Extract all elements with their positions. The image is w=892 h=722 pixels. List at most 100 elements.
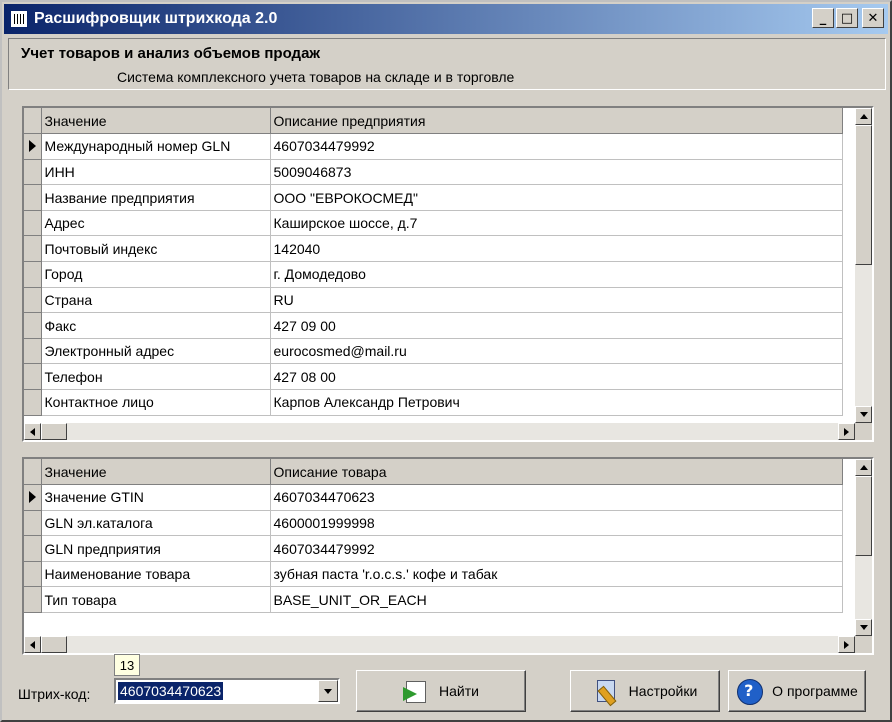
table-row[interactable]: Значение GTIN 4607034470623 <box>24 484 843 511</box>
table-cell[interactable]: Название предприятия <box>41 184 271 211</box>
table-cell[interactable]: Город <box>41 261 271 288</box>
column-header-value[interactable]: Значение <box>41 108 271 135</box>
scroll-right-button[interactable] <box>838 423 855 440</box>
chevron-down-icon <box>324 688 332 694</box>
table-cell[interactable]: г. Домодедово <box>270 261 843 288</box>
table-cell[interactable]: Телефон <box>41 363 271 391</box>
table-cell[interactable]: 5009046873 <box>270 159 843 186</box>
settings-button[interactable]: Настройки <box>570 670 720 712</box>
row-indicator <box>24 159 42 186</box>
table-cell[interactable]: 4607034479992 <box>270 535 843 562</box>
table-cell[interactable]: Контактное лицо <box>41 389 271 416</box>
app-window: Расшифровщик штрихкода 2.0 _ □ ✕ Учет то… <box>0 0 892 722</box>
table-row[interactable]: Название предприятия ООО "ЕВРОКОСМЕД" <box>24 184 843 211</box>
table-cell[interactable]: Международный номер GLN <box>41 133 271 160</box>
table-row[interactable]: Город г. Домодедово <box>24 261 843 288</box>
table-cell[interactable]: Факс <box>41 312 271 339</box>
dropdown-button[interactable] <box>318 680 338 702</box>
row-indicator <box>24 184 42 211</box>
scroll-left-button[interactable] <box>24 423 41 440</box>
table-cell[interactable]: Почтовый индекс <box>41 235 271 263</box>
row-indicator <box>24 287 42 314</box>
about-button[interactable]: О программе <box>728 670 866 712</box>
table-cell[interactable]: Страна <box>41 287 271 314</box>
scroll-thumb[interactable] <box>41 423 67 440</box>
table-cell[interactable]: 4607034470623 <box>270 484 843 511</box>
table-cell[interactable]: RU <box>270 287 843 314</box>
barcode-app-icon <box>10 10 28 28</box>
horizontal-scrollbar[interactable] <box>24 423 855 440</box>
find-button[interactable]: Найти <box>356 670 526 712</box>
table-cell[interactable]: зубная паста 'r.o.c.s.' кофе и табак <box>270 561 843 588</box>
column-header-description[interactable]: Описание предприятия <box>270 108 843 135</box>
table-row[interactable]: ИНН 5009046873 <box>24 159 843 186</box>
scroll-left-button[interactable] <box>24 636 41 653</box>
table-cell[interactable]: ООО "ЕВРОКОСМЕД" <box>270 184 843 211</box>
table-row[interactable]: GLN эл.каталога 4600001999998 <box>24 510 843 537</box>
table-cell[interactable]: GLN эл.каталога <box>41 510 271 537</box>
minimize-button[interactable]: _ <box>812 8 834 28</box>
company-grid[interactable]: Значение Описание предприятия Международ… <box>22 106 874 442</box>
table-cell[interactable]: Тип товара <box>41 586 271 614</box>
table-cell[interactable]: eurocosmed@mail.ru <box>270 338 843 365</box>
table-cell[interactable]: Электронный адрес <box>41 338 271 365</box>
table-cell[interactable]: BASE_UNIT_OR_EACH <box>270 586 843 614</box>
horizontal-scrollbar[interactable] <box>24 636 855 653</box>
scroll-down-button[interactable] <box>855 619 872 636</box>
scroll-corner <box>855 636 872 653</box>
table-cell[interactable]: 427 09 00 <box>270 312 843 339</box>
grid-header-row: Значение Описание товара <box>24 459 843 486</box>
column-header-description[interactable]: Описание товара <box>270 459 843 486</box>
maximize-button[interactable]: □ <box>836 8 858 28</box>
find-arrow-icon <box>403 678 429 704</box>
table-cell[interactable]: Наименование товара <box>41 561 271 588</box>
row-indicator <box>24 561 42 588</box>
close-button[interactable]: ✕ <box>862 8 884 28</box>
table-cell[interactable]: 142040 <box>270 235 843 263</box>
table-row[interactable]: Тип товара BASE_UNIT_OR_EACH <box>24 586 843 614</box>
arrow-down-icon <box>859 412 868 417</box>
window-title: Расшифровщик штрихкода 2.0 <box>34 10 278 27</box>
scroll-thumb[interactable] <box>855 476 872 556</box>
table-cell[interactable]: GLN предприятия <box>41 535 271 562</box>
table-row[interactable]: Наименование товара зубная паста 'r.o.c.s… <box>24 561 843 588</box>
column-header-value[interactable]: Значение <box>41 459 271 486</box>
grid-header-row: Значение Описание предприятия <box>24 108 843 135</box>
table-cell[interactable]: Значение GTIN <box>41 484 271 511</box>
table-row[interactable]: Адрес Каширское шоссе, д.7 <box>24 210 843 237</box>
table-row[interactable]: Телефон 427 08 00 <box>24 363 843 391</box>
arrow-down-icon <box>859 625 868 630</box>
vertical-scrollbar[interactable] <box>855 459 872 636</box>
scroll-up-button[interactable] <box>855 108 872 125</box>
header-title: Учет товаров и анализ объемов продаж <box>21 45 321 62</box>
table-cell[interactable]: ИНН <box>41 159 271 186</box>
scroll-right-button[interactable] <box>838 636 855 653</box>
table-row[interactable]: Страна RU <box>24 287 843 314</box>
header-subtitle: Система комплексного учета товаров на ск… <box>117 69 515 85</box>
scroll-up-button[interactable] <box>855 459 872 476</box>
table-row[interactable]: Электронный адрес eurocosmed@mail.ru <box>24 338 843 365</box>
table-row[interactable]: Факс 427 09 00 <box>24 312 843 339</box>
table-cell[interactable]: Адрес <box>41 210 271 237</box>
table-cell[interactable]: 4607034479992 <box>270 133 843 160</box>
title-bar[interactable]: Расшифровщик штрихкода 2.0 _ □ ✕ <box>4 4 888 34</box>
barcode-input[interactable]: 4607034470623 <box>118 682 224 700</box>
product-grid[interactable]: Значение Описание товара Значение GTIN 46… <box>22 457 874 655</box>
table-cell[interactable]: Карпов Александр Петрович <box>270 389 843 416</box>
row-indicator <box>24 363 42 391</box>
table-row[interactable]: Почтовый индекс 142040 <box>24 235 843 263</box>
vertical-scrollbar[interactable] <box>855 108 872 423</box>
table-row[interactable]: GLN предприятия 4607034479992 <box>24 535 843 562</box>
arrow-right-icon <box>844 640 849 649</box>
table-cell[interactable]: Каширское шоссе, д.7 <box>270 210 843 237</box>
barcode-combobox[interactable]: 4607034470623 <box>114 678 340 704</box>
table-cell[interactable]: 4600001999998 <box>270 510 843 537</box>
table-row[interactable]: Контактное лицо Карпов Александр Петрович <box>24 389 843 416</box>
find-button-label: Найти <box>439 683 479 699</box>
table-cell[interactable]: 427 08 00 <box>270 363 843 391</box>
scroll-thumb[interactable] <box>855 125 872 265</box>
scroll-thumb[interactable] <box>41 636 67 653</box>
scroll-down-button[interactable] <box>855 406 872 423</box>
row-indicator <box>24 338 42 365</box>
table-row[interactable]: Международный номер GLN 4607034479992 <box>24 133 843 160</box>
